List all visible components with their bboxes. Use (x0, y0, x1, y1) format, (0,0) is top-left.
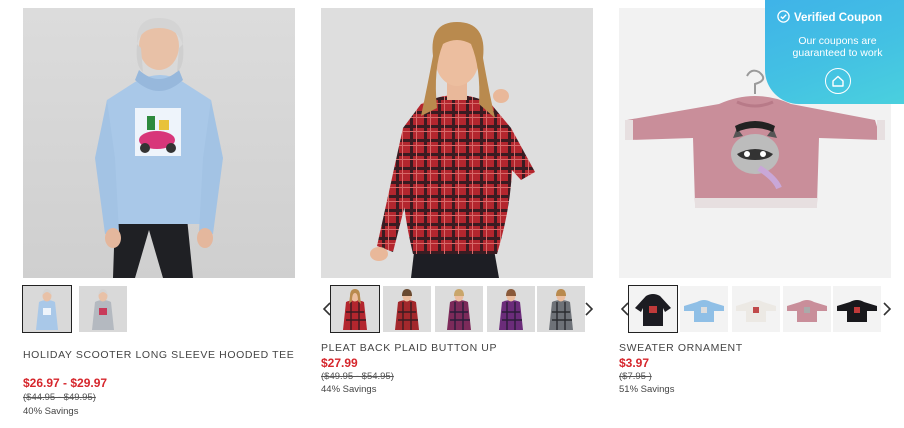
product-price: $27.99 (321, 356, 358, 370)
product-image[interactable] (321, 8, 593, 278)
house-icon[interactable] (825, 68, 851, 94)
chevron-right-icon[interactable] (881, 299, 893, 319)
coupon-heading-text: Verified Coupon (794, 12, 883, 24)
product-title[interactable]: SWEATER ORNAMENT (619, 342, 891, 355)
coupon-heading: Verified Coupon (777, 10, 882, 26)
product-card-holiday-scooter-tee[interactable]: HOLIDAY SCOOTER LONG SLEEVE HOODED TEE $… (22, 8, 295, 417)
product-card-pleat-back-plaid[interactable]: PLEAT BACK PLAID BUTTON UP $27.99 ($49.9… (321, 8, 593, 395)
thumbnail-1[interactable] (330, 285, 380, 333)
savings-label: 51% Savings (619, 384, 675, 395)
product-title[interactable]: PLEAT BACK PLAID BUTTON UP (321, 342, 593, 355)
savings-label: 40% Savings (23, 406, 79, 417)
original-price: ($7.95 ) (619, 371, 652, 382)
thumbnail-5[interactable] (537, 286, 585, 332)
verified-coupon-badge[interactable]: Verified Coupon Our coupons are guarante… (765, 0, 904, 104)
original-price: ($49.95 - $54.95) (321, 371, 394, 382)
product-price: $26.97 - $29.97 (23, 376, 108, 390)
original-price: ($44.95 - $49.95) (23, 392, 96, 403)
product-title[interactable]: HOLIDAY SCOOTER LONG SLEEVE HOODED TEE (23, 349, 295, 362)
thumbnail-3[interactable] (732, 286, 780, 332)
thumbnail-1[interactable] (628, 285, 678, 333)
coupon-tagline: Our coupons are guaranteed to work (765, 35, 904, 59)
thumbnail-4[interactable] (487, 286, 535, 332)
thumbnail-strip (321, 285, 595, 336)
thumbnail-strip (619, 285, 893, 336)
coupon-line-2: guaranteed to work (792, 47, 883, 59)
thumbnail-5[interactable] (833, 286, 881, 332)
thumbnail-4[interactable] (783, 286, 831, 332)
thumbnail-3[interactable] (435, 286, 483, 332)
thumbnail-2[interactable] (79, 286, 127, 332)
check-circle-icon (777, 10, 790, 26)
product-image[interactable] (23, 8, 295, 278)
chevron-right-icon[interactable] (583, 299, 595, 319)
savings-label: 44% Savings (321, 384, 377, 395)
thumbnail-1[interactable] (22, 285, 72, 333)
thumbnail-2[interactable] (680, 286, 728, 332)
product-price: $3.97 (619, 356, 650, 370)
thumbnail-2[interactable] (383, 286, 431, 332)
thumbnail-strip (22, 285, 295, 336)
coupon-line-1: Our coupons are (798, 35, 877, 47)
